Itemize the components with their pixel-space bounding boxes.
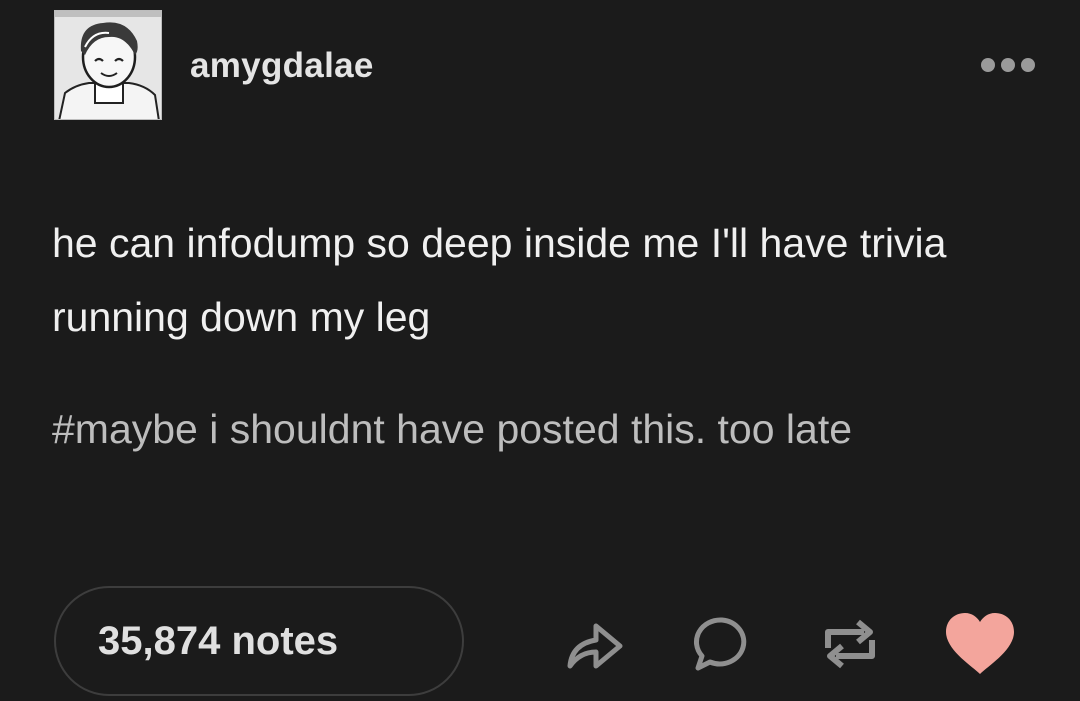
- notes-button[interactable]: 35,874 notes: [54, 586, 464, 696]
- reblog-icon[interactable]: [818, 612, 882, 676]
- reply-icon[interactable]: [690, 612, 754, 676]
- avatar-image: [55, 11, 161, 119]
- more-dot: [981, 58, 995, 72]
- share-icon[interactable]: [562, 612, 626, 676]
- heart-icon[interactable]: [942, 610, 1018, 678]
- post-body: he can infodump so deep inside me I'll h…: [52, 220, 947, 340]
- more-dot: [1001, 58, 1015, 72]
- avatar[interactable]: [54, 10, 162, 120]
- username[interactable]: amygdalae: [190, 46, 374, 86]
- post-tags[interactable]: #maybe i shouldnt have posted this. too …: [52, 399, 1052, 459]
- notes-count: 35,874 notes: [98, 618, 339, 663]
- more-options-icon[interactable]: [968, 52, 1048, 78]
- more-dot: [1021, 58, 1035, 72]
- tumblr-post: amygdalae he can infodump so deep inside…: [0, 0, 1080, 701]
